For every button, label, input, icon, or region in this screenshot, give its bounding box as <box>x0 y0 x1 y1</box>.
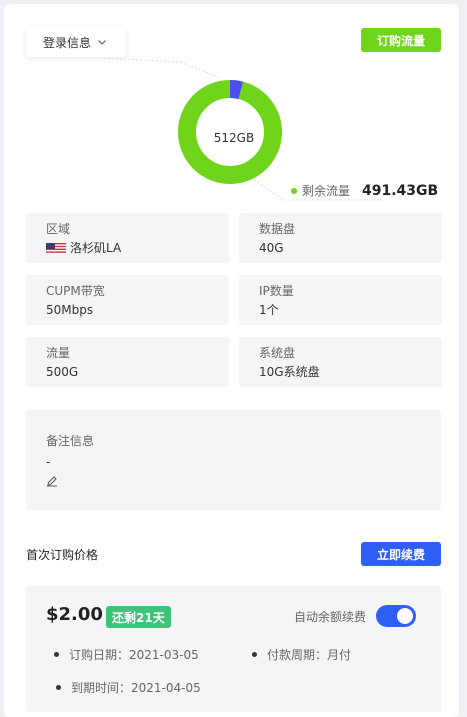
bullet-icon <box>56 685 61 690</box>
remaining-value: 491.43GB <box>362 182 439 199</box>
toggle-knob <box>397 608 413 624</box>
expire-date-text: 到期时间：2021-04-05 <box>71 681 201 695</box>
notes-label: 备注信息 <box>46 434 95 448</box>
order-summary-panel: $2.00 还剩21天 自动余额续费 订购日期：2021-03-05 付款周期：… <box>26 586 441 712</box>
first-order-price-title: 首次订购价格 <box>26 548 99 562</box>
spec-value: 40G <box>259 241 284 255</box>
spec-value: 500G <box>46 365 79 379</box>
remaining-traffic: 剩余流量 491.43GB <box>291 182 438 199</box>
donut-total-label: 512GB <box>213 131 255 145</box>
expire-date: 到期时间：2021-04-05 <box>56 679 201 696</box>
legend-dot-icon <box>291 187 297 194</box>
spec-key: 区域 <box>46 222 71 236</box>
spec-value: 1个 <box>259 303 279 317</box>
spec-key: 流量 <box>46 346 71 360</box>
auto-renew-toggle[interactable] <box>376 605 416 627</box>
price-value: $2.00 <box>46 604 103 625</box>
spec-value: 50Mbps <box>46 303 94 317</box>
auto-renew-label: 自动余额续费 <box>294 610 367 624</box>
us-flag-icon <box>46 242 66 254</box>
pencil-icon[interactable] <box>46 475 58 487</box>
remaining-label: 剩余流量 <box>302 184 351 198</box>
spec-system-disk: 系统盘 10G系统盘 <box>239 337 442 387</box>
spec-key: 系统盘 <box>259 346 296 360</box>
spec-value: 10G系统盘 <box>259 365 320 379</box>
spec-data-disk: 数据盘 40G <box>239 213 442 263</box>
spec-traffic: 流量 500G <box>26 337 229 387</box>
notes-value: - <box>46 455 51 469</box>
days-left-badge: 还剩21天 <box>106 606 171 628</box>
bullet-icon <box>54 652 59 657</box>
order-date-text: 订购日期：2021-03-05 <box>69 648 199 662</box>
spec-bandwidth: CUPM带宽 50Mbps <box>26 275 229 325</box>
spec-value: 洛杉矶LA <box>70 241 122 255</box>
leader-line-top <box>103 57 221 79</box>
payment-cycle-text: 付款周期：月付 <box>267 648 352 662</box>
server-detail-card: 登录信息 订购流量 512GB 剩余流量 491.43GB 区域 洛杉矶LA 数… <box>4 4 459 717</box>
bullet-icon <box>252 652 257 657</box>
spec-value-row: 洛杉矶LA <box>46 239 209 257</box>
renew-now-button[interactable]: 立即续费 <box>361 542 441 566</box>
spec-key: IP数量 <box>259 284 294 298</box>
spec-ip-count: IP数量 1个 <box>239 275 442 325</box>
spec-region: 区域 洛杉矶LA <box>26 213 229 263</box>
spec-key: 数据盘 <box>259 222 296 236</box>
order-date: 订购日期：2021-03-05 <box>54 646 199 663</box>
notes-panel: 备注信息 - <box>26 410 441 510</box>
payment-cycle: 付款周期：月付 <box>252 646 351 663</box>
spec-key: CUPM带宽 <box>46 284 105 298</box>
